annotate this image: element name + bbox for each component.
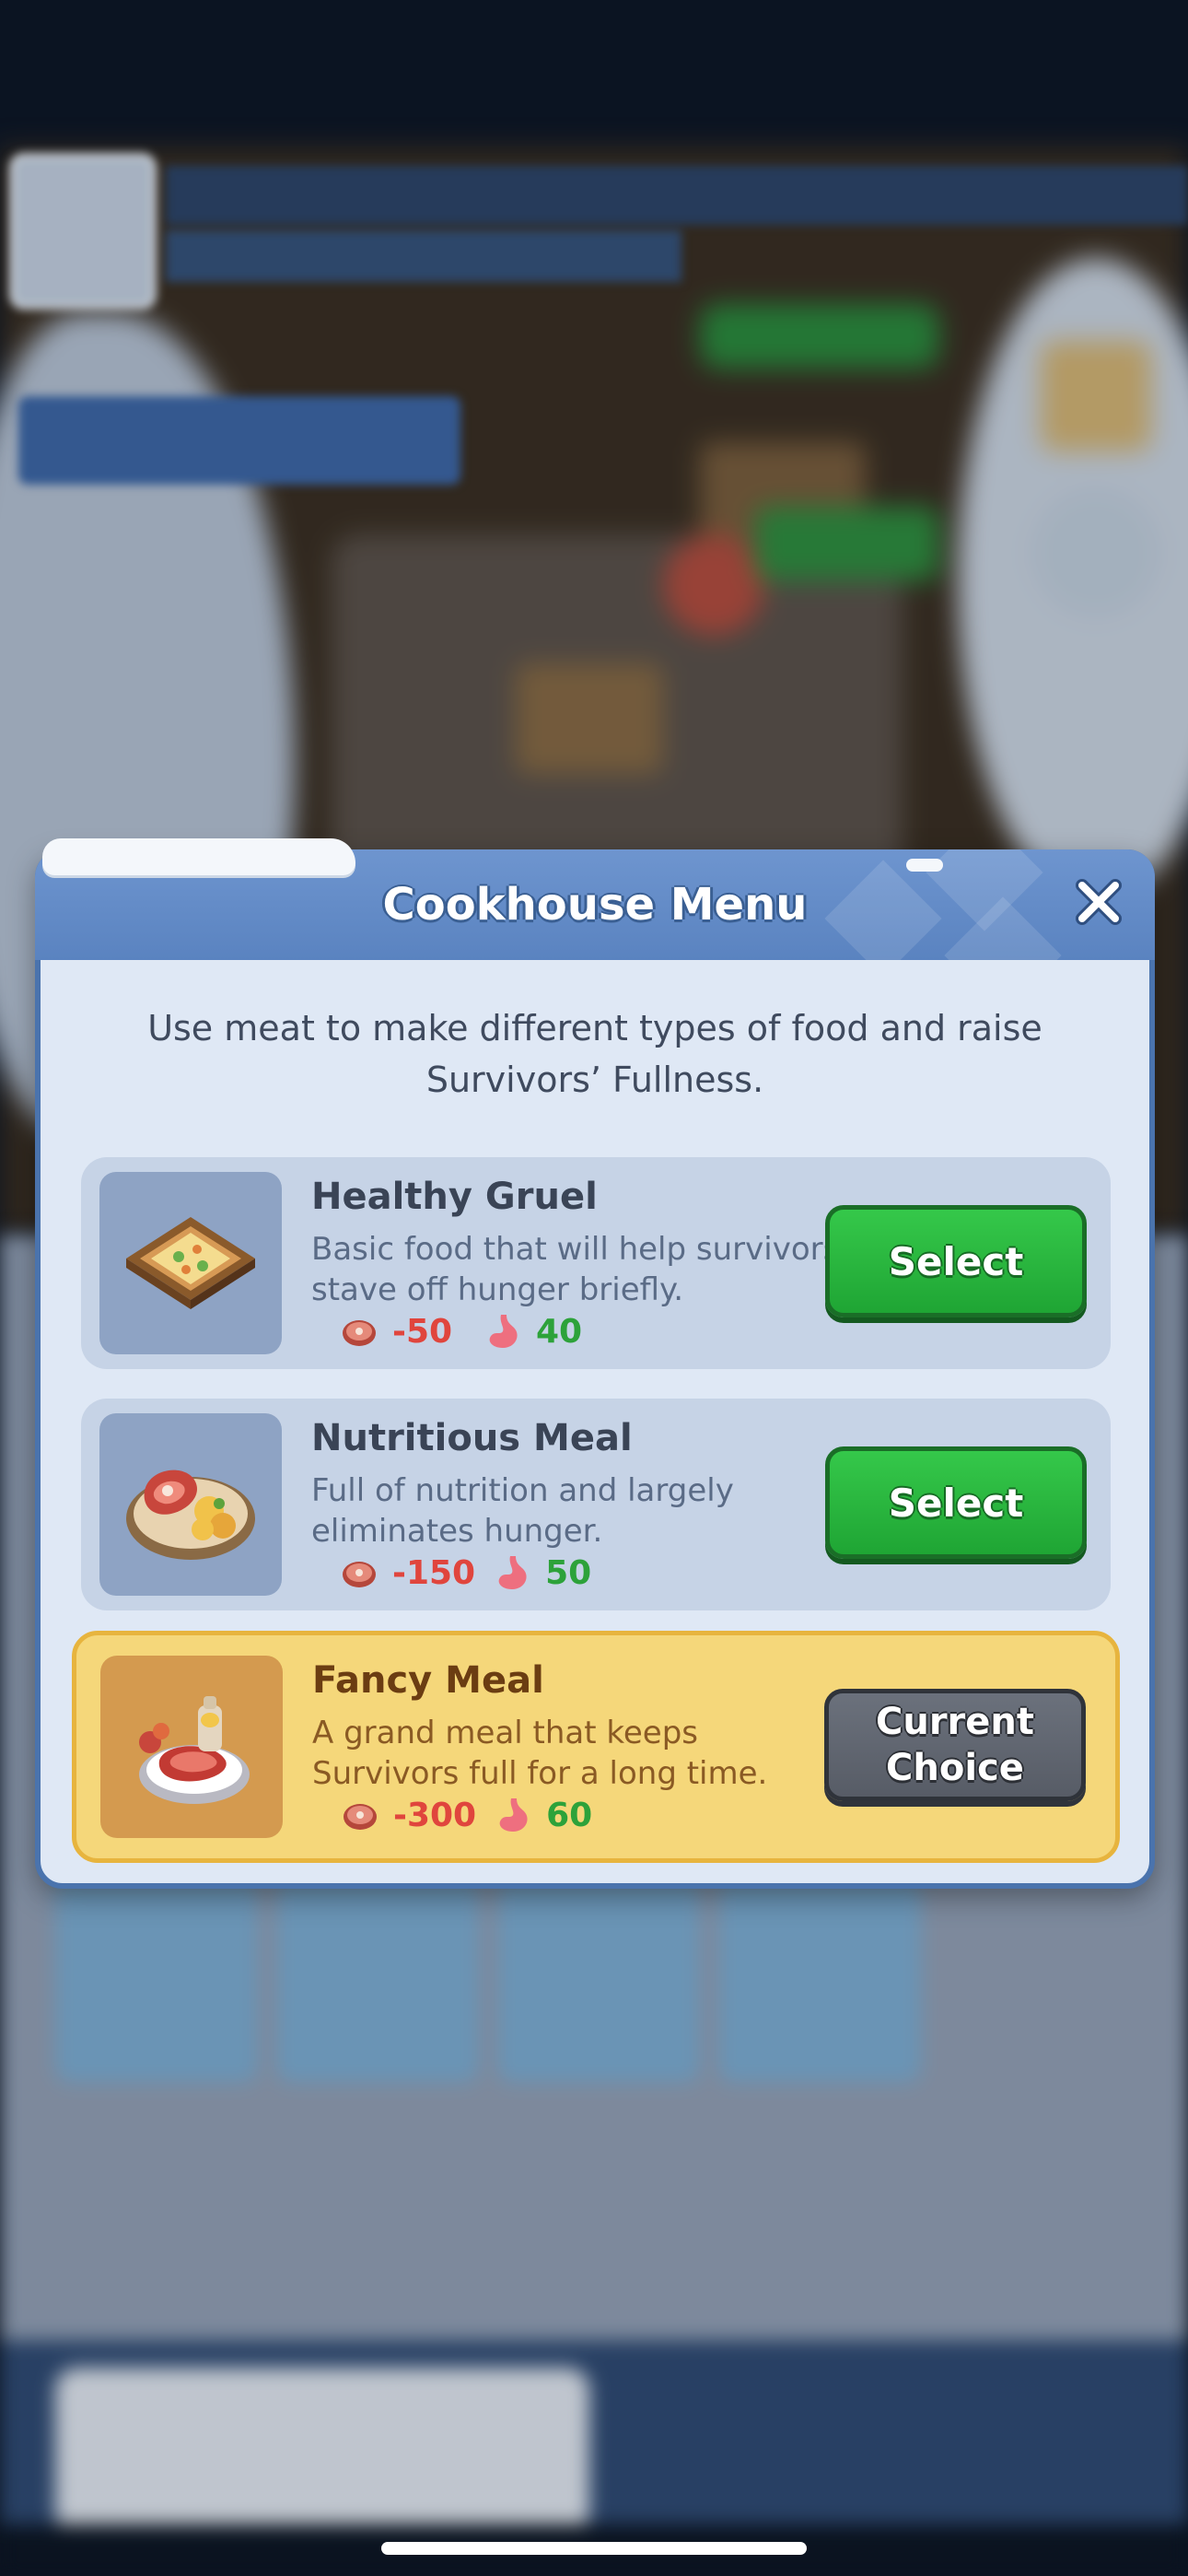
close-button[interactable] [1066,870,1131,934]
gruel-icon [99,1172,282,1354]
food-description: Basic food that will help survivors stav… [311,1231,840,1308]
fullness-gain: 60 [546,1796,593,1834]
close-icon [1076,879,1122,925]
food-description: Full of nutrition and largely eliminates… [311,1472,734,1550]
meat-cost: -150 [392,1553,476,1592]
current-choice-button: Current Choice [824,1689,1086,1801]
stomach-icon [499,1798,528,1832]
select-button-nutritious-meal[interactable]: Select [825,1446,1087,1559]
food-item-nutritious-meal: Nutritious Meal Full of nutrition and la… [81,1399,1111,1610]
food-name: Nutritious Meal [311,1417,633,1459]
dialog-description: Use meat to make different types of food… [147,1008,1042,1100]
snow-decoration [42,838,355,875]
food-name: Fancy Meal [312,1659,544,1702]
food-description: A grand meal that keeps Survivors full f… [312,1715,768,1792]
meat-cost: -300 [393,1796,477,1834]
meat-icon [344,1804,377,1830]
stomach-icon [489,1315,518,1348]
meal-plate-icon [99,1413,282,1596]
meat-cost: -50 [392,1312,453,1351]
food-item-healthy-gruel: Healthy Gruel Basic food that will help … [81,1157,1111,1369]
fullness-gain: 40 [536,1312,583,1351]
meat-icon [343,1320,376,1346]
meat-icon [343,1562,376,1587]
food-item-fancy-meal: Fancy Meal A grand meal that keeps Survi… [72,1631,1120,1863]
food-stats: -150 50 [339,1550,591,1596]
food-stats: -300 60 [340,1792,592,1838]
fancy-meal-icon [100,1656,283,1838]
fullness-gain: 50 [545,1553,592,1592]
food-stats: -50 40 [339,1308,582,1354]
home-indicator[interactable] [381,2542,807,2555]
food-name: Healthy Gruel [311,1176,598,1218]
cookhouse-menu-dialog: Cookhouse Menu Use meat to make differen… [35,838,1155,1889]
stomach-icon [498,1556,527,1589]
snow-decoration [906,859,943,872]
select-button-healthy-gruel[interactable]: Select [825,1205,1087,1317]
